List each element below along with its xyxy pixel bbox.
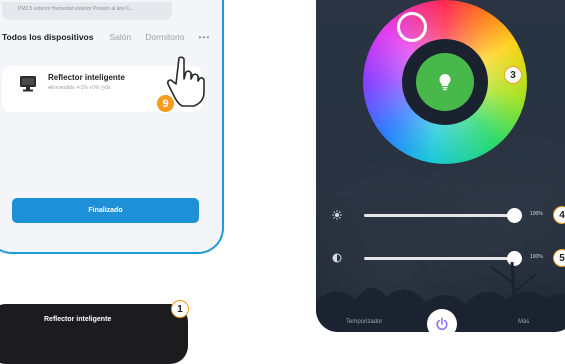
timer-label[interactable]: Temporizador <box>346 319 382 325</box>
more-label[interactable]: Más <box>518 319 529 325</box>
sun-icon <box>332 210 342 220</box>
color-wheel[interactable] <box>363 0 527 164</box>
main-power-button[interactable] <box>427 309 457 332</box>
light-control-screen: 3 100% 4 100% 5 Temporizador Más <box>316 0 565 332</box>
floodlight-icon <box>20 76 36 92</box>
brightness-slider-knob[interactable] <box>507 208 522 223</box>
brightness-value: 100% <box>530 211 543 217</box>
device-name: Reflector inteligente <box>48 73 125 82</box>
power-icon <box>436 317 448 331</box>
wheel-center <box>402 39 488 125</box>
bulb-button[interactable] <box>416 53 474 111</box>
tabs-more-icon[interactable]: ••• <box>198 32 210 42</box>
callout-3: 3 <box>504 66 522 84</box>
device-status: ●Encendido ☀1% ◐0% ◷0s <box>48 85 111 91</box>
brightness-slider[interactable] <box>364 208 522 223</box>
callout-4: 4 <box>553 206 565 224</box>
device-detail-header: Reflector inteligente <box>0 304 188 364</box>
callout-1: 1 <box>171 300 189 318</box>
color-selector-handle[interactable] <box>397 12 427 42</box>
finish-button[interactable]: Finalizado <box>12 198 199 223</box>
sensor-summary-strip: PM2.5 exterior Humedad exterior Presión … <box>2 2 172 20</box>
tab-salon[interactable]: Salón <box>109 32 131 42</box>
callout-9: 9 <box>156 94 175 113</box>
bulb-icon <box>439 73 451 91</box>
detail-title: Reflector inteligente <box>44 316 112 323</box>
tab-all-devices[interactable]: Todos los dispositivos <box>2 32 93 42</box>
tab-dormitorio[interactable]: Dormitorio <box>145 32 184 42</box>
room-tabs: Todos los dispositivos Salón Dormitorio … <box>2 29 222 45</box>
device-list-screen: PM2.5 exterior Humedad exterior Presión … <box>0 0 224 254</box>
